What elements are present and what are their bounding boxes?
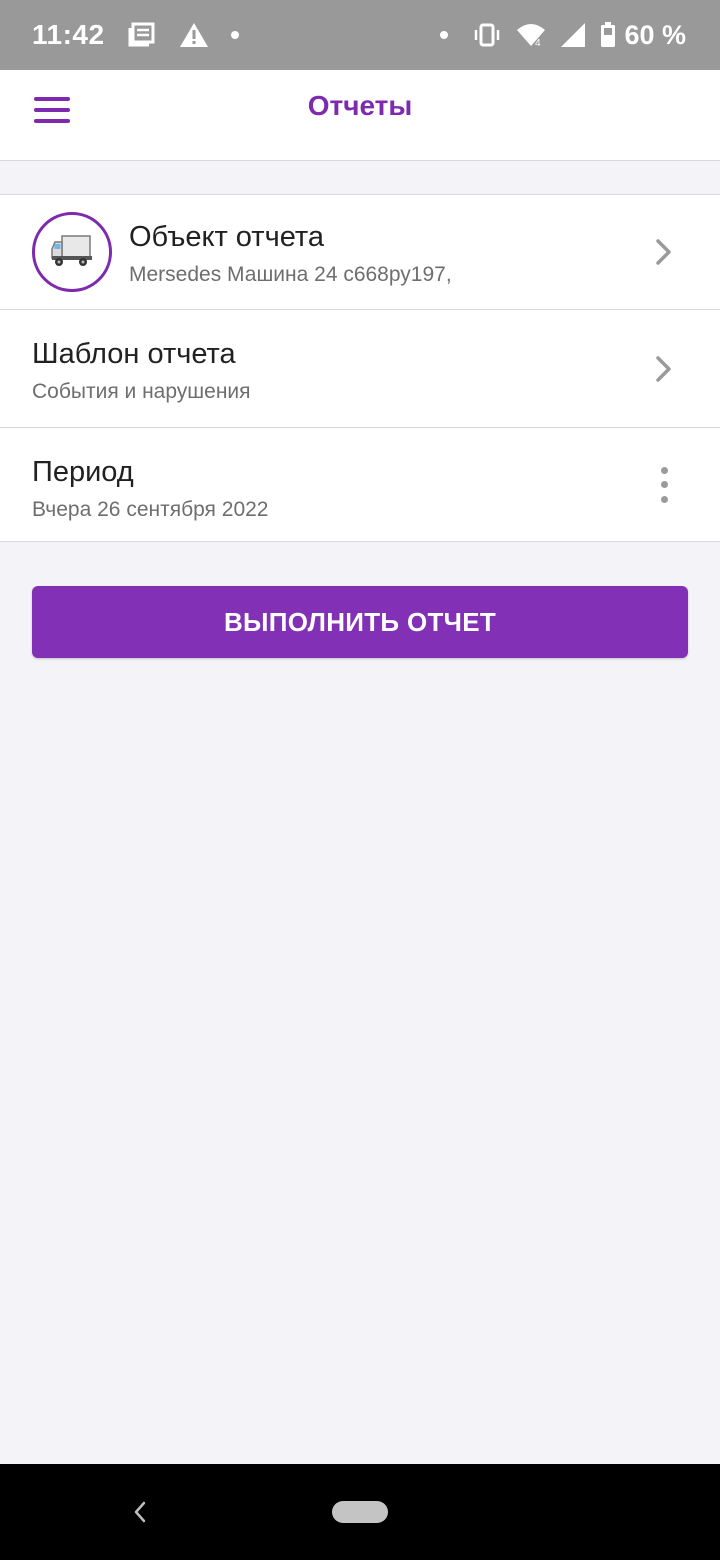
list-item-report-template[interactable]: Шаблон отчета События и нарушения: [0, 309, 720, 427]
dot-icon: [440, 31, 449, 39]
app-bar: Отчеты: [0, 70, 720, 161]
back-icon[interactable]: [126, 1498, 154, 1526]
status-bar-right: 4 60 %: [440, 20, 686, 51]
status-bar-left: 11:42: [32, 19, 239, 51]
avatar: [32, 212, 112, 292]
wifi-icon: 4: [516, 22, 546, 48]
status-bar: 11:42 4 60 %: [0, 0, 720, 70]
report-object-title: Объект отчета: [129, 221, 324, 253]
vibrate-icon: [472, 22, 502, 48]
signal-icon: [560, 22, 586, 48]
list-item-period[interactable]: Период Вчера 26 сентября 2022: [0, 427, 720, 541]
battery-percent: 60 %: [624, 19, 686, 50]
chevron-right-icon: [652, 355, 676, 383]
system-nav-bar: [0, 1464, 720, 1560]
battery-icon: [600, 22, 616, 48]
report-template-title: Шаблон отчета: [32, 338, 236, 370]
news-icon: [127, 22, 157, 48]
period-title: Период: [32, 456, 134, 488]
chevron-right-icon: [652, 238, 676, 266]
period-subtitle: Вчера 26 сентября 2022: [32, 498, 269, 521]
more-options-icon[interactable]: [654, 466, 674, 503]
home-pill-icon[interactable]: [332, 1501, 388, 1523]
page-title: Отчеты: [307, 90, 413, 121]
svg-text:4: 4: [535, 38, 541, 48]
report-object-subtitle: Mersedes Машина 24 с668ру197,: [129, 263, 452, 286]
report-settings-list: Объект отчета Mersedes Машина 24 с668ру1…: [0, 194, 720, 542]
report-template-subtitle: События и нарушения: [32, 380, 251, 403]
truck-icon: [50, 232, 94, 273]
run-report-button[interactable]: ВЫПОЛНИТЬ ОТЧЕТ: [32, 586, 688, 658]
warning-icon: [179, 22, 209, 48]
dot-icon: [230, 31, 239, 39]
list-item-report-object[interactable]: Объект отчета Mersedes Машина 24 с668ру1…: [0, 195, 720, 309]
status-time: 11:42: [32, 19, 105, 50]
